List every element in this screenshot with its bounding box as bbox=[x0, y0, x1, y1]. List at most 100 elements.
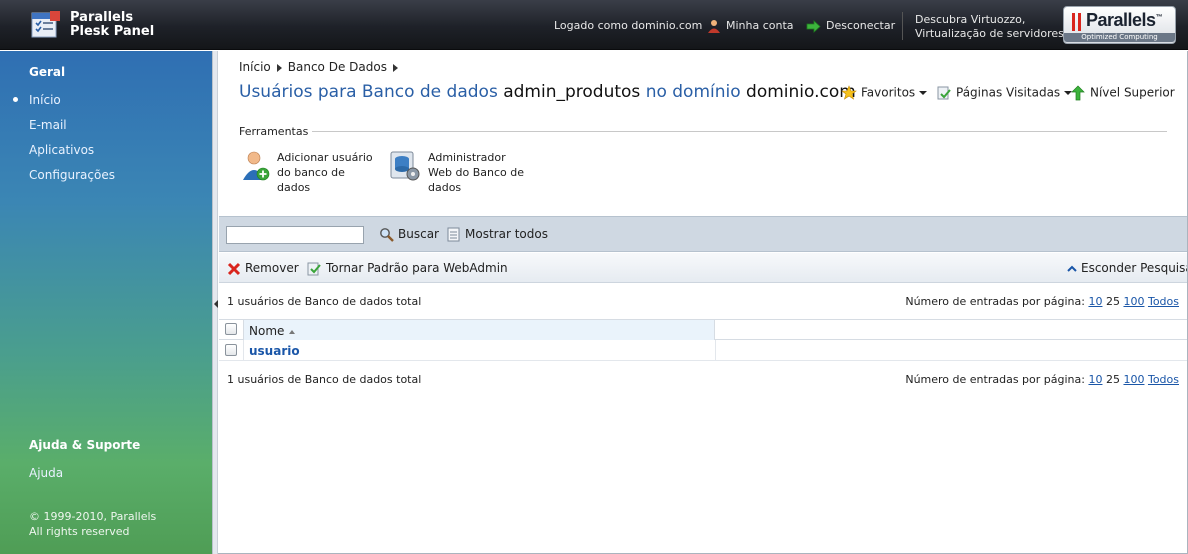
column-name-text: Nome bbox=[249, 324, 285, 338]
per-page-10[interactable]: 10 bbox=[1088, 373, 1102, 386]
sidebar-splitter[interactable] bbox=[212, 51, 218, 554]
set-default-label: Tornar Padrão para WebAdmin bbox=[326, 261, 508, 275]
title-middle: no domínio bbox=[645, 82, 741, 102]
per-page-all[interactable]: Todos bbox=[1148, 295, 1179, 308]
per-page-label: Número de entradas por página: bbox=[905, 373, 1085, 386]
header-divider bbox=[902, 12, 903, 40]
top-header: Parallels Plesk Panel Logado como domini… bbox=[0, 0, 1188, 50]
app-logo-text: Parallels Plesk Panel bbox=[70, 11, 154, 39]
set-default-webadmin-button[interactable]: Tornar Padrão para WebAdmin bbox=[306, 261, 508, 276]
search-button[interactable]: Buscar bbox=[379, 227, 439, 242]
remove-button[interactable]: Remover bbox=[227, 261, 299, 276]
up-level-link[interactable]: Nível Superior bbox=[1070, 85, 1175, 101]
visited-pages-icon bbox=[937, 86, 951, 100]
hide-search-button[interactable]: Esconder Pesquisa bbox=[1067, 261, 1188, 275]
brand-name-text: Parallels bbox=[1086, 10, 1156, 30]
visited-pages-menu[interactable]: Páginas Visitadas bbox=[936, 85, 1073, 101]
table-header: Nome bbox=[219, 319, 1188, 340]
remove-label: Remover bbox=[245, 261, 299, 275]
logout-link[interactable]: Desconectar bbox=[806, 19, 895, 33]
breadcrumb-arrow-icon bbox=[392, 63, 398, 72]
breadcrumb-databases[interactable]: Banco De Dados bbox=[288, 60, 387, 74]
copyright-text: © 1999-2010, Parallels All rights reserv… bbox=[29, 509, 156, 539]
per-page-10[interactable]: 10 bbox=[1088, 295, 1102, 308]
search-icon bbox=[380, 228, 394, 242]
logo-line1: Parallels bbox=[70, 10, 134, 25]
list-icon bbox=[447, 227, 460, 242]
search-input[interactable] bbox=[226, 226, 364, 244]
show-all-button[interactable]: Mostrar todos bbox=[447, 227, 548, 242]
set-default-icon bbox=[307, 262, 321, 276]
per-page-top: Número de entradas por página: 10 25 100… bbox=[905, 295, 1179, 308]
favorites-menu[interactable]: Favoritos bbox=[841, 85, 928, 101]
parallels-bars-icon bbox=[1072, 13, 1081, 31]
active-bullet-icon bbox=[13, 97, 18, 102]
per-page-25: 25 bbox=[1105, 295, 1120, 308]
hide-search-label: Esconder Pesquisa bbox=[1081, 261, 1188, 275]
breadcrumb-home[interactable]: Início bbox=[239, 60, 271, 74]
delete-x-icon bbox=[227, 262, 241, 275]
up-arrow-icon bbox=[1071, 85, 1085, 101]
copyright-line2: All rights reserved bbox=[29, 525, 130, 538]
sidebar-item-email[interactable]: E-mail bbox=[29, 118, 67, 132]
add-user-icon bbox=[243, 151, 270, 181]
column-name-label[interactable]: Nome bbox=[249, 324, 296, 338]
star-icon bbox=[841, 85, 857, 100]
total-count-top: 1 usuários de Banco de dados total bbox=[227, 295, 422, 308]
brand-name: Parallels™ bbox=[1086, 10, 1163, 31]
add-db-user-tool[interactable]: Adicionar usuário do banco de dados bbox=[241, 150, 381, 198]
row-checkbox[interactable] bbox=[225, 344, 237, 356]
copyright-line1: © 1999-2010, Parallels bbox=[29, 510, 157, 523]
collapse-arrow-icon[interactable] bbox=[214, 300, 218, 308]
per-page-bottom: Número de entradas por página: 10 25 100… bbox=[905, 373, 1179, 386]
title-database: admin_produtos bbox=[503, 82, 641, 102]
user-icon bbox=[708, 20, 720, 33]
add-db-user-label: Adicionar usuário do banco de dados bbox=[277, 151, 373, 194]
left-sidebar: Geral Início E-mail Aplicativos Configur… bbox=[0, 51, 212, 554]
tools-divider bbox=[312, 131, 1167, 132]
search-bar: Buscar Mostrar todos bbox=[219, 216, 1188, 252]
per-page-label: Número de entradas por página: bbox=[905, 295, 1085, 308]
row-divider bbox=[243, 340, 244, 360]
select-all-checkbox[interactable] bbox=[225, 323, 237, 335]
table-row: usuario bbox=[219, 340, 1188, 361]
database-admin-icon bbox=[390, 151, 420, 181]
chevron-up-icon bbox=[1067, 265, 1077, 272]
show-all-label: Mostrar todos bbox=[465, 227, 548, 241]
breadcrumb: Início Banco De Dados bbox=[239, 60, 404, 74]
column-name-header[interactable] bbox=[243, 320, 715, 340]
per-page-100[interactable]: 100 bbox=[1123, 373, 1144, 386]
row-divider bbox=[715, 340, 716, 360]
sort-asc-icon bbox=[289, 329, 296, 334]
sidebar-heading-general: Geral bbox=[29, 65, 66, 79]
parallels-brand-logo[interactable]: Parallels™ Optimized Computing bbox=[1063, 6, 1176, 44]
sidebar-item-applications[interactable]: Aplicativos bbox=[29, 143, 94, 157]
db-web-admin-tool[interactable]: Administrador Web do Banco de dados bbox=[389, 150, 529, 198]
user-name-link[interactable]: usuario bbox=[249, 344, 300, 358]
promo-line2: Virtualização de servidores bbox=[915, 27, 1064, 40]
total-count-bottom: 1 usuários de Banco de dados total bbox=[227, 373, 422, 386]
visited-pages-label: Páginas Visitadas bbox=[956, 85, 1061, 100]
logo-line2: Plesk Panel bbox=[70, 24, 155, 39]
my-account-label: Minha conta bbox=[726, 19, 794, 32]
up-level-label: Nível Superior bbox=[1090, 85, 1175, 100]
db-web-admin-label: Administrador Web do Banco de dados bbox=[428, 151, 524, 194]
per-page-100[interactable]: 100 bbox=[1123, 295, 1144, 308]
logout-label: Desconectar bbox=[826, 19, 896, 32]
sidebar-item-help[interactable]: Ajuda bbox=[29, 466, 63, 480]
favorites-label: Favoritos bbox=[861, 85, 916, 100]
virtuozzo-promo-link[interactable]: Descubra Virtuozzo, Virtualização de ser… bbox=[915, 13, 1064, 41]
logged-in-text: Logado como dominio.com bbox=[554, 19, 703, 32]
brand-tagline: Optimized Computing bbox=[1064, 33, 1175, 42]
per-page-all[interactable]: Todos bbox=[1148, 373, 1179, 386]
title-prefix: Usuários para Banco de dados bbox=[239, 82, 498, 102]
my-account-link[interactable]: Minha conta bbox=[707, 19, 794, 33]
promo-line1: Descubra Virtuozzo, bbox=[915, 13, 1026, 26]
sidebar-item-settings[interactable]: Configurações bbox=[29, 168, 115, 182]
title-domain: dominio.com bbox=[746, 82, 856, 102]
plesk-logo-icon bbox=[31, 11, 60, 38]
sidebar-item-home[interactable]: Início bbox=[29, 93, 61, 107]
per-page-25: 25 bbox=[1105, 373, 1120, 386]
action-toolbar: Remover Tornar Padrão para WebAdmin Esco… bbox=[219, 253, 1188, 283]
tools-heading: Ferramentas bbox=[239, 125, 309, 138]
